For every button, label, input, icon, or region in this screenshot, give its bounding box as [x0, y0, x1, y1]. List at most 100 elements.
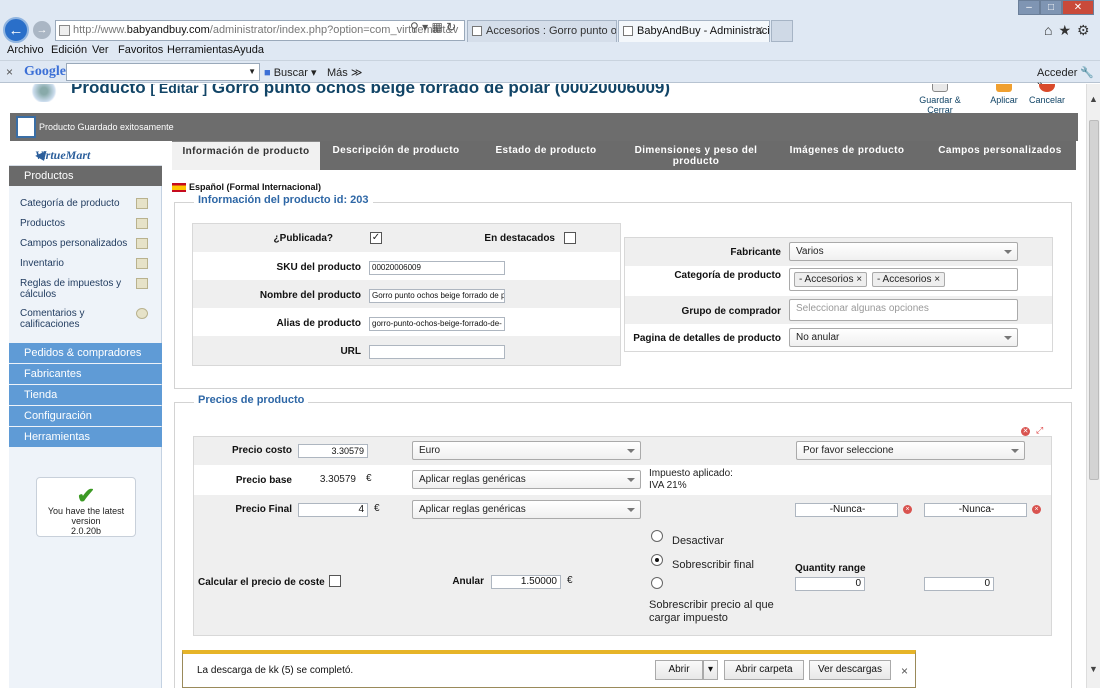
clear-date-icon[interactable]: ×: [903, 505, 912, 514]
close-toolbar-icon[interactable]: ×: [6, 65, 13, 79]
save-close-button[interactable]: Guardar & Cerrar: [912, 84, 968, 115]
shoppergroup-input[interactable]: Seleccionar algunas opciones: [789, 299, 1018, 321]
language-indicator: Español (Formal Internacional): [172, 182, 321, 193]
apply-button[interactable]: Aplicar: [980, 84, 1028, 105]
refresh-icon[interactable]: ↻: [446, 20, 456, 34]
open-folder-button[interactable]: Abrir carpeta: [724, 660, 804, 680]
page-scrollbar[interactable]: ▲ ▼: [1086, 84, 1100, 688]
remove-icon[interactable]: ×: [856, 274, 862, 285]
close-icon[interactable]: ×: [901, 664, 908, 678]
overwrite-final-radio[interactable]: [651, 554, 663, 566]
tab-informacion[interactable]: Información de producto: [172, 141, 320, 170]
alias-input[interactable]: gorro-punto-ochos-beige-forrado-de-: [369, 317, 505, 331]
tab-estado[interactable]: Estado de producto: [472, 141, 620, 170]
scroll-up-icon[interactable]: ▲: [1089, 94, 1098, 104]
google-search-input[interactable]: ▼: [66, 63, 260, 81]
final-rules-select[interactable]: Aplicar reglas genéricas: [412, 500, 641, 519]
published-checkbox[interactable]: ✓: [370, 232, 382, 244]
settings-gear-icon[interactable]: ⚙: [1077, 22, 1096, 38]
scroll-down-icon[interactable]: ▼: [1089, 664, 1098, 674]
download-bar: La descarga de kk (5) se completó. Abrir…: [182, 650, 916, 688]
category-multiselect[interactable]: - Accesorios × - Accesorios ×: [789, 268, 1018, 291]
more-button[interactable]: Más ≫: [327, 66, 362, 79]
clear-date-icon[interactable]: ×: [1032, 505, 1041, 514]
search-icon[interactable]: ⚲: [410, 20, 419, 34]
base-rules-select[interactable]: Aplicar reglas genéricas: [412, 470, 641, 489]
calc-cost-checkbox[interactable]: [329, 575, 341, 587]
minimize-button[interactable]: –: [1018, 0, 1040, 15]
menu-ver[interactable]: Ver: [92, 44, 109, 56]
scrollbar-thumb[interactable]: [1089, 120, 1099, 480]
browser-tab-admin[interactable]: BabyAndBuy - Administraci... ✕: [618, 20, 770, 42]
dropdown-icon[interactable]: ▼: [248, 67, 256, 76]
menu-favoritos[interactable]: Favoritos: [118, 44, 163, 56]
deactivate-radio[interactable]: [651, 530, 663, 542]
close-window-button[interactable]: ✕: [1062, 0, 1094, 15]
final-input[interactable]: 4: [298, 503, 368, 517]
qty-to-input[interactable]: 0: [924, 577, 994, 591]
cost-input[interactable]: 3.30579: [298, 444, 368, 458]
sidebar-section-pedidos[interactable]: Pedidos & compradores: [9, 343, 162, 363]
home-icon[interactable]: ⌂: [1044, 22, 1058, 38]
date-from-input[interactable]: -Nunca-: [795, 503, 898, 517]
shopper-select[interactable]: Por favor seleccione: [796, 441, 1025, 460]
open-button[interactable]: Abrir: [655, 660, 703, 680]
sidebar-item-reglas[interactable]: Reglas de impuestos y cálculos: [20, 278, 148, 300]
expand-icon[interactable]: ⤢: [1036, 425, 1043, 436]
menu-archivo[interactable]: Archivo: [7, 44, 44, 56]
sidebar-section-productos[interactable]: Productos: [9, 166, 162, 186]
forward-button[interactable]: →: [33, 21, 51, 39]
new-tab-button[interactable]: [771, 20, 793, 42]
detailpage-select[interactable]: No anular: [789, 328, 1018, 347]
version-box: ✔ You have the latest version 2.0.20b: [36, 477, 136, 537]
sidebar-section-fabricantes[interactable]: Fabricantes: [9, 364, 162, 384]
page-icon: [623, 26, 633, 36]
menu-edicion[interactable]: Edición: [51, 44, 87, 56]
menu-herramientas[interactable]: Herramientas: [167, 44, 233, 56]
qty-from-input[interactable]: 0: [795, 577, 865, 591]
category-chip[interactable]: - Accesorios ×: [872, 272, 946, 287]
back-button[interactable]: ←: [3, 17, 29, 43]
manufacturer-select[interactable]: Varios: [789, 242, 1018, 261]
sidebar-item-productos[interactable]: Productos: [20, 218, 160, 229]
url-input[interactable]: [369, 345, 505, 359]
product-info-legend: Información del producto id: 203: [194, 194, 373, 206]
main-content: Información de producto Descripción de p…: [172, 141, 1076, 688]
tab-campos[interactable]: Campos personalizados: [924, 141, 1076, 170]
tab-imagenes[interactable]: Imágenes de producto: [772, 141, 922, 170]
close-tab-icon[interactable]: ✕: [755, 21, 764, 41]
tab-descripcion[interactable]: Descripción de producto: [322, 141, 470, 170]
category-chip[interactable]: - Accesorios ×: [794, 272, 868, 287]
sidebar-item-inventario[interactable]: Inventario: [20, 258, 160, 269]
remove-price-icon[interactable]: ✕: [1021, 427, 1030, 436]
remove-icon[interactable]: ×: [934, 274, 940, 285]
overwrite-price-radio[interactable]: [651, 577, 663, 589]
title-main: Producto: [71, 84, 146, 97]
date-to-input[interactable]: -Nunca-: [924, 503, 1027, 517]
maximize-button[interactable]: □: [1040, 0, 1062, 15]
base-currency: €: [366, 473, 372, 484]
featured-checkbox[interactable]: [564, 232, 576, 244]
compat-view-icon[interactable]: ▦: [432, 20, 443, 34]
sidebar-section-tienda[interactable]: Tienda: [9, 385, 162, 405]
sidebar-item-categoria[interactable]: Categoría de producto: [20, 198, 160, 209]
tab-dimensiones[interactable]: Dimensiones y peso del producto: [622, 141, 770, 170]
sidebar-item-campos[interactable]: Campos personalizados: [20, 238, 160, 249]
sidebar-section-configuracion[interactable]: Configuración: [9, 406, 162, 426]
address-bar[interactable]: http://www.babyandbuy.com/administrator/…: [55, 20, 465, 41]
cancel-button[interactable]: Cancelar: [1022, 84, 1072, 105]
google-search-button[interactable]: ■ Buscar ▾: [264, 66, 317, 79]
sku-input[interactable]: 00020006009: [369, 261, 505, 275]
currency-select[interactable]: Euro: [412, 441, 641, 460]
sidebar-section-herramientas[interactable]: Herramientas: [9, 427, 162, 447]
override-input[interactable]: 1.50000: [491, 575, 561, 589]
sidebar-item-comentarios[interactable]: Comentarios y calificaciones: [20, 308, 148, 330]
view-downloads-button[interactable]: Ver descargas: [809, 660, 891, 680]
browser-tab-accesorios[interactable]: Accesorios : Gorro punto ocho...: [467, 20, 617, 42]
name-input[interactable]: Gorro punto ochos beige forrado de p: [369, 289, 505, 303]
favorites-star-icon[interactable]: ★: [1058, 22, 1077, 38]
menu-ayuda[interactable]: Ayuda: [233, 44, 264, 56]
open-dropdown-button[interactable]: ▾: [703, 660, 718, 680]
dropdown-icon[interactable]: ▾: [422, 20, 428, 34]
wrench-icon[interactable]: 🔧: [1080, 67, 1094, 79]
